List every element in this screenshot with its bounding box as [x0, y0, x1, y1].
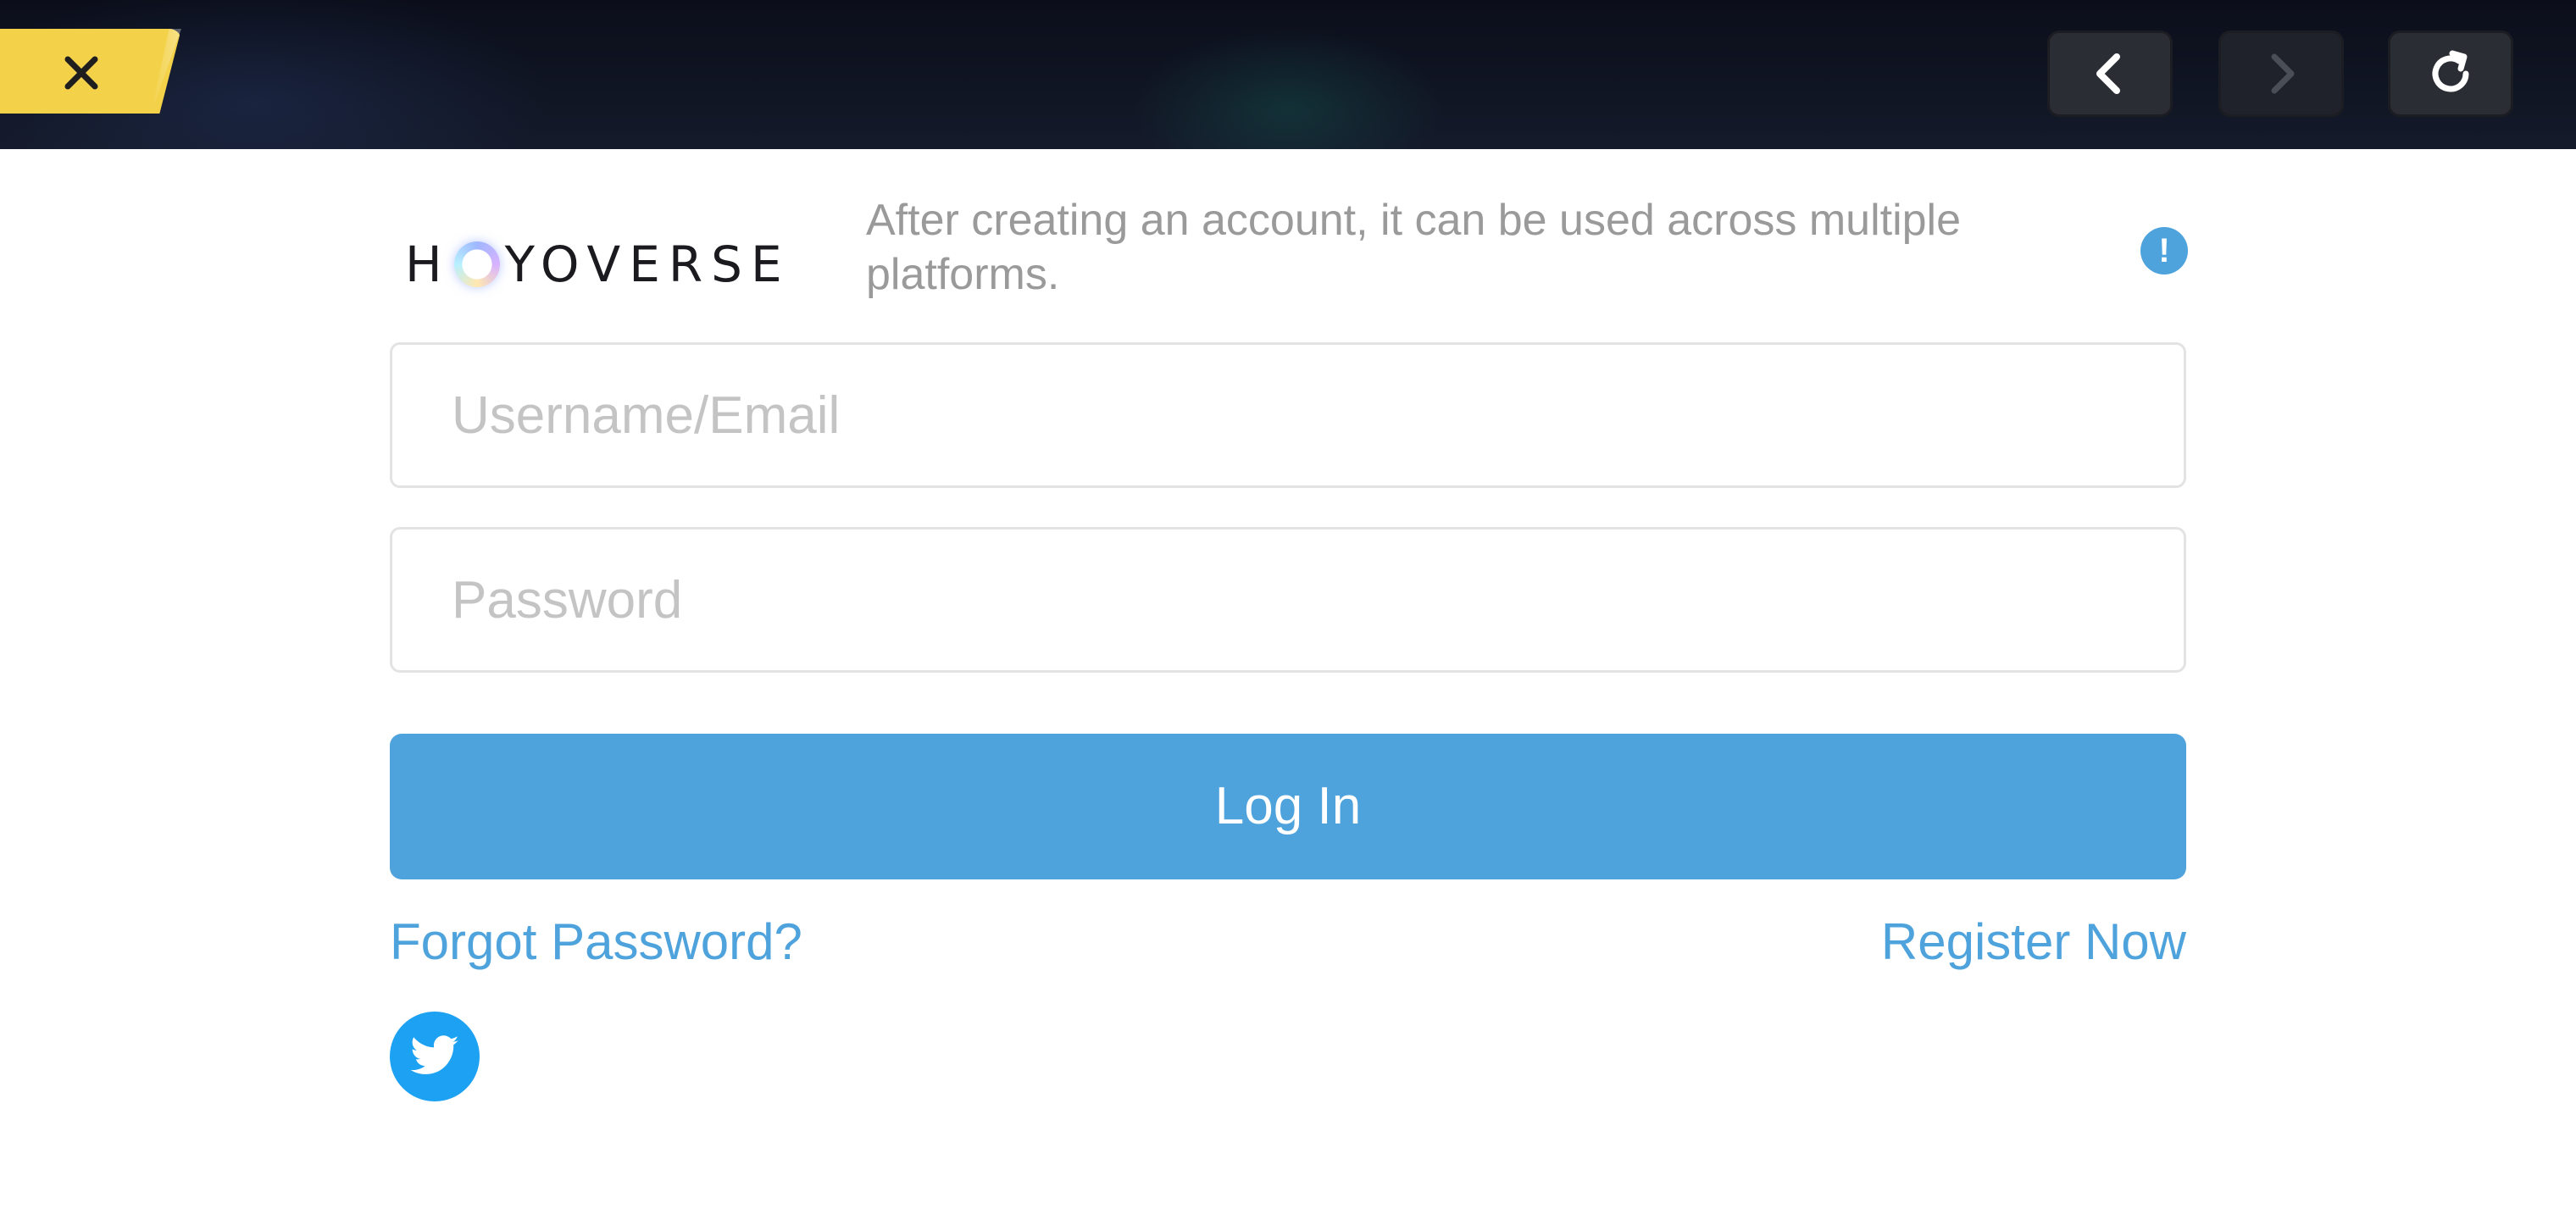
top-nav-bar: [0, 0, 2576, 149]
login-button[interactable]: Log In: [390, 734, 2186, 879]
twitter-login-button[interactable]: [390, 1012, 480, 1101]
forward-button[interactable]: [2218, 30, 2344, 117]
logo-text-end: YOVERSE: [504, 236, 791, 293]
brand-row: H YOVERSE After creating an account, it …: [390, 149, 2188, 342]
chevron-right-icon: [2271, 53, 2295, 94]
password-input[interactable]: [392, 530, 2184, 670]
forgot-password-link[interactable]: Forgot Password?: [390, 912, 802, 973]
info-icon[interactable]: !: [2140, 227, 2188, 274]
password-field[interactable]: [390, 527, 2186, 673]
refresh-icon: [2432, 50, 2469, 92]
account-notice-text: After creating an account, it can be use…: [866, 196, 1962, 299]
close-button[interactable]: [0, 29, 181, 114]
twitter-icon: [410, 1035, 459, 1074]
logo-text-start: H: [405, 236, 451, 293]
refresh-button[interactable]: [2388, 30, 2513, 117]
username-input[interactable]: [392, 345, 2184, 485]
register-now-link[interactable]: Register Now: [1881, 912, 2186, 973]
username-field[interactable]: [390, 342, 2186, 488]
logo-ring-icon: [453, 241, 500, 287]
back-button[interactable]: [2047, 30, 2173, 117]
login-form-container: H YOVERSE After creating an account, it …: [390, 149, 2188, 1101]
login-page: H YOVERSE After creating an account, it …: [0, 0, 2576, 1220]
close-icon: [64, 56, 98, 90]
chevron-left-icon: [2096, 53, 2120, 94]
hoyoverse-logo: H YOVERSE: [405, 230, 791, 298]
